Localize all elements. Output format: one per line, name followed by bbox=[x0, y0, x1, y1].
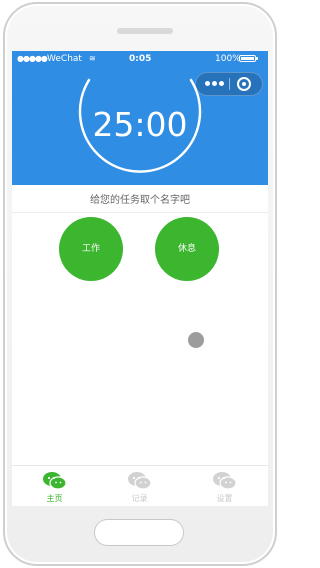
timer-display: 25:00 bbox=[92, 105, 188, 144]
home-button[interactable] bbox=[94, 519, 184, 546]
app-screen: ●●●●● WeChat ≋ 0:05 100% 25:00 给您的任务取个名字… bbox=[12, 51, 268, 506]
bottom-tab-bar: 主页 记录 设置 bbox=[12, 465, 268, 506]
timer-header: ●●●●● WeChat ≋ 0:05 100% 25:00 bbox=[12, 51, 268, 185]
rest-button[interactable]: 休息 bbox=[155, 217, 219, 281]
tab-settings[interactable]: 设置 bbox=[182, 466, 267, 506]
tab-records[interactable]: 记录 bbox=[97, 466, 182, 506]
chat-bubbles-icon bbox=[128, 472, 152, 490]
tab-home-label: 主页 bbox=[46, 494, 63, 503]
tab-home[interactable]: 主页 bbox=[12, 466, 97, 506]
divider bbox=[12, 212, 268, 213]
task-name-input[interactable]: 给您的任务取个名字吧 bbox=[12, 194, 268, 208]
chat-bubbles-icon bbox=[43, 472, 67, 490]
chat-bubbles-icon bbox=[213, 472, 237, 490]
work-button[interactable]: 工作 bbox=[59, 217, 123, 281]
tab-settings-label: 设置 bbox=[216, 494, 233, 503]
floating-ball[interactable] bbox=[188, 332, 204, 348]
tab-records-label: 记录 bbox=[131, 494, 148, 503]
phone-speaker bbox=[117, 28, 173, 34]
